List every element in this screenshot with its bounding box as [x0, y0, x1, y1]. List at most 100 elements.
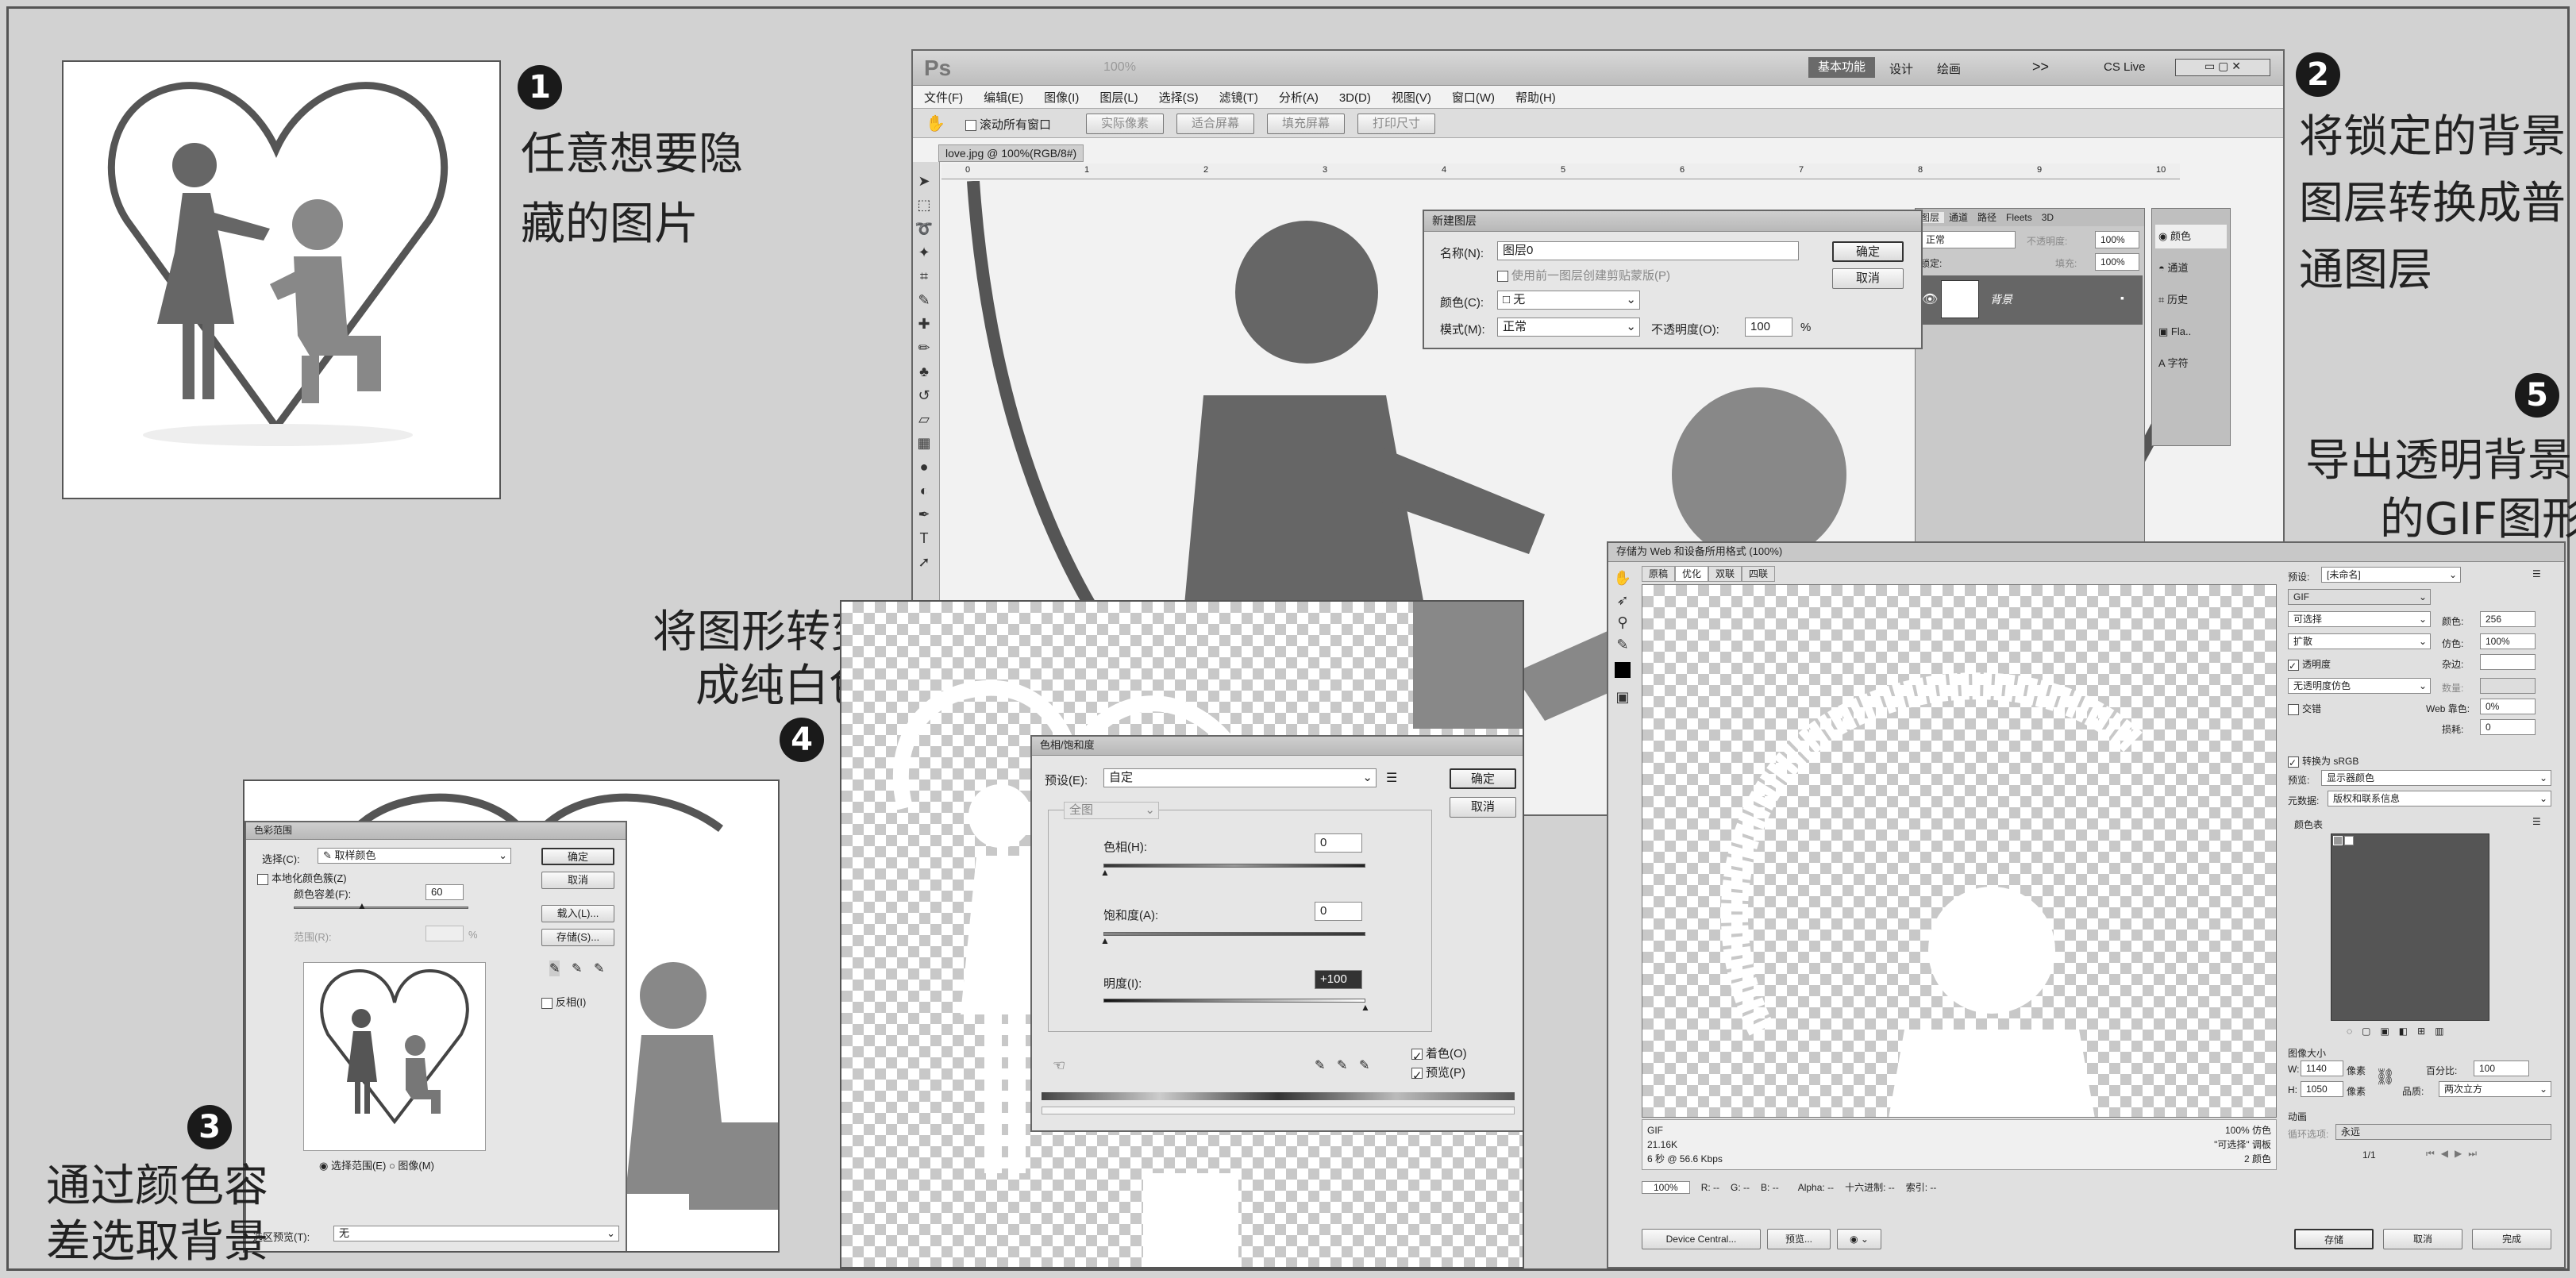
sfw-lossy-input[interactable]: 0 [2480, 719, 2536, 735]
eyedropper-tool-icon[interactable]: ✎ [913, 289, 935, 311]
sfw-amount-input[interactable] [2480, 678, 2536, 694]
sfw-metadata-select[interactable]: 版权和联系信息 ⌄ [2328, 791, 2551, 806]
menu-filter[interactable]: 滤镜(T) [1219, 91, 1258, 105]
sfw-tab-optimized[interactable]: 优化 [1675, 566, 1709, 582]
browser-select-button[interactable]: ◉ ⌄ [1837, 1229, 1881, 1249]
lightness-slider[interactable] [1103, 999, 1365, 1003]
sfw-matte-select[interactable] [2480, 654, 2536, 670]
doc-tab[interactable]: love.jpg @ 100%(RGB/8#) [938, 144, 1084, 162]
new-layer-ok-button[interactable]: 确定 [1832, 241, 1904, 262]
sfw-slice-visibility-icon[interactable]: ▣ [1611, 686, 1634, 708]
cr-opt-image[interactable]: ○ [389, 1160, 398, 1172]
sfw-websnap-input[interactable]: 0% [2480, 699, 2536, 714]
sfw-hand-icon[interactable]: ✋ [1611, 567, 1634, 589]
hue-slider[interactable] [1103, 864, 1365, 868]
saturation-thumb[interactable]: ▲ [1100, 935, 1110, 946]
sfw-height-input[interactable]: 1050 [2301, 1081, 2343, 1097]
tab-paths[interactable]: 路径 [1973, 212, 2001, 223]
sfw-tab-original[interactable]: 原稿 [1642, 566, 1676, 582]
dock-channels[interactable]: ◓ 通道 [2155, 256, 2188, 280]
mode-select[interactable]: 正常 ⌄ [1497, 318, 1640, 337]
cr-ok-button[interactable]: 确定 [541, 848, 614, 865]
color-table-icons[interactable]: ◌▢▣◧⊞▥ [2347, 1026, 2454, 1037]
sfw-preset-select[interactable]: [未命名] ⌄ [2321, 567, 2461, 583]
lightness-input[interactable]: +100 [1315, 970, 1362, 989]
cr-load-button[interactable]: 载入(L)... [541, 905, 614, 922]
hue-preset-select[interactable]: 自定 ⌄ [1103, 768, 1377, 787]
clip-mask-checkbox[interactable] [1497, 271, 1508, 283]
sfw-dither-algo-select[interactable]: 扩散 ⌄ [2288, 633, 2431, 649]
sfw-loop-select[interactable]: 永远 [2335, 1124, 2551, 1140]
new-layer-cancel-button[interactable]: 取消 [1832, 268, 1904, 289]
cr-preview-select[interactable]: 无 ⌄ [333, 1226, 619, 1241]
dock-character[interactable]: A 字符 [2155, 352, 2189, 375]
ws-more[interactable]: >> [2032, 59, 2049, 75]
sfw-tab-4up[interactable]: 四联 [1742, 566, 1776, 582]
menu-analysis[interactable]: 分析(A) [1279, 91, 1319, 105]
eraser-tool-icon[interactable]: ▱ [913, 408, 935, 430]
menu-window[interactable]: 窗口(W) [1452, 91, 1495, 105]
constrain-link-icon[interactable]: ⛓ [2375, 1067, 2395, 1087]
cr-cancel-button[interactable]: 取消 [541, 872, 614, 889]
sfw-zoom-select[interactable]: 100% [1642, 1181, 1690, 1194]
move-tool-icon[interactable]: ➤ [913, 170, 935, 192]
menu-file[interactable]: 文件(F) [924, 91, 963, 105]
anim-controls[interactable]: ⏮◀▶⏭ [2426, 1148, 2483, 1160]
cr-fuzz-thumb[interactable]: ▲ [357, 900, 367, 911]
targeted-adjust-icon[interactable]: ☜ [1053, 1057, 1065, 1074]
sfw-color-table-menu-icon[interactable]: ☰ [2532, 816, 2541, 827]
hue-cancel-button[interactable]: 取消 [1450, 797, 1516, 818]
cslive-button[interactable]: CS Live [2104, 60, 2146, 74]
background-layer-row[interactable]: 👁 背景 ▪ [1917, 275, 2143, 325]
hue-input[interactable]: 0 [1315, 833, 1362, 853]
sfw-percent-input[interactable]: 100 [2474, 1061, 2529, 1076]
magic-wand-icon[interactable]: ✦ [913, 241, 935, 264]
saturation-slider[interactable] [1103, 932, 1365, 936]
sfw-settings-menu-icon[interactable]: ☰ [2532, 568, 2541, 579]
hue-eyedropper-minus-icon[interactable]: ✎ [1359, 1057, 1369, 1073]
tab-channels[interactable]: 通道 [1944, 212, 1973, 223]
type-tool-icon[interactable]: T [913, 527, 935, 549]
ws-tab-paint[interactable]: 绘画 [1937, 60, 1961, 77]
dodge-tool-icon[interactable]: ◐ [913, 479, 935, 502]
tab-fleets[interactable]: Fleets [2001, 212, 2037, 223]
window-controls[interactable]: ▭ ▢ ✕ [2175, 59, 2270, 76]
healing-tool-icon[interactable]: ✚ [913, 313, 935, 335]
hue-eyedropper-icon[interactable]: ✎ [1315, 1057, 1325, 1073]
sfw-color-swatch[interactable] [1615, 662, 1631, 678]
cr-eyedropper-plus-icon[interactable]: ✎ [572, 960, 582, 976]
print-size-button[interactable]: 打印尺寸 [1357, 114, 1435, 134]
menu-3d[interactable]: 3D(D) [1339, 91, 1371, 105]
cr-fuzz-slider[interactable] [294, 907, 468, 909]
history-brush-icon[interactable]: ↺ [913, 384, 935, 406]
sfw-slice-select-icon[interactable]: ➶ [1611, 589, 1634, 611]
color-swatch[interactable] [2344, 836, 2354, 845]
colorize-checkbox[interactable]: ✓ [1411, 1049, 1423, 1064]
hand-tool-icon[interactable]: ✋ [926, 114, 945, 133]
sfw-cancel-button[interactable]: 取消 [2383, 1229, 2462, 1249]
hue-thumb[interactable]: ▲ [1100, 867, 1110, 878]
sfw-tab-2up[interactable]: 双联 [1708, 566, 1742, 582]
fill-screen-button[interactable]: 填充屏幕 [1267, 114, 1345, 134]
workspace-button[interactable]: 基本功能 [1808, 57, 1875, 78]
dock-history[interactable]: ⌗ 历史 [2155, 288, 2188, 312]
cr-eyedropper-icon[interactable]: ✎ [549, 960, 560, 976]
hue-ok-button[interactable]: 确定 [1450, 768, 1516, 789]
tab-3d[interactable]: 3D [2037, 212, 2058, 223]
sfw-format-select[interactable]: GIF ⌄ [2288, 589, 2431, 605]
sfw-preview-button[interactable]: 预览... [1767, 1229, 1831, 1249]
marquee-tool-icon[interactable]: ⬚ [913, 194, 935, 216]
sfw-interlaced-checkbox[interactable] [2288, 703, 2299, 715]
sfw-zoom-icon[interactable]: ⚲ [1611, 611, 1634, 633]
brush-tool-icon[interactable]: ✏ [913, 337, 935, 359]
zoom-menu[interactable]: 100% [1103, 60, 1136, 75]
sfw-preview-select[interactable]: 显示器颜色 ⌄ [2321, 770, 2551, 786]
menu-help[interactable]: 帮助(H) [1515, 91, 1556, 105]
dock-color[interactable]: ◉ 颜色 [2155, 225, 2227, 248]
sfw-reduction-select[interactable]: 可选择 ⌄ [2288, 611, 2431, 627]
lasso-tool-icon[interactable]: ➰ [913, 217, 935, 240]
cr-localized-checkbox[interactable] [257, 873, 268, 885]
channel-select[interactable]: 全图 ⌄ [1064, 802, 1159, 819]
blend-mode-select[interactable]: 正常 [1920, 231, 2016, 248]
lightness-thumb[interactable]: ▲ [1361, 1002, 1370, 1013]
